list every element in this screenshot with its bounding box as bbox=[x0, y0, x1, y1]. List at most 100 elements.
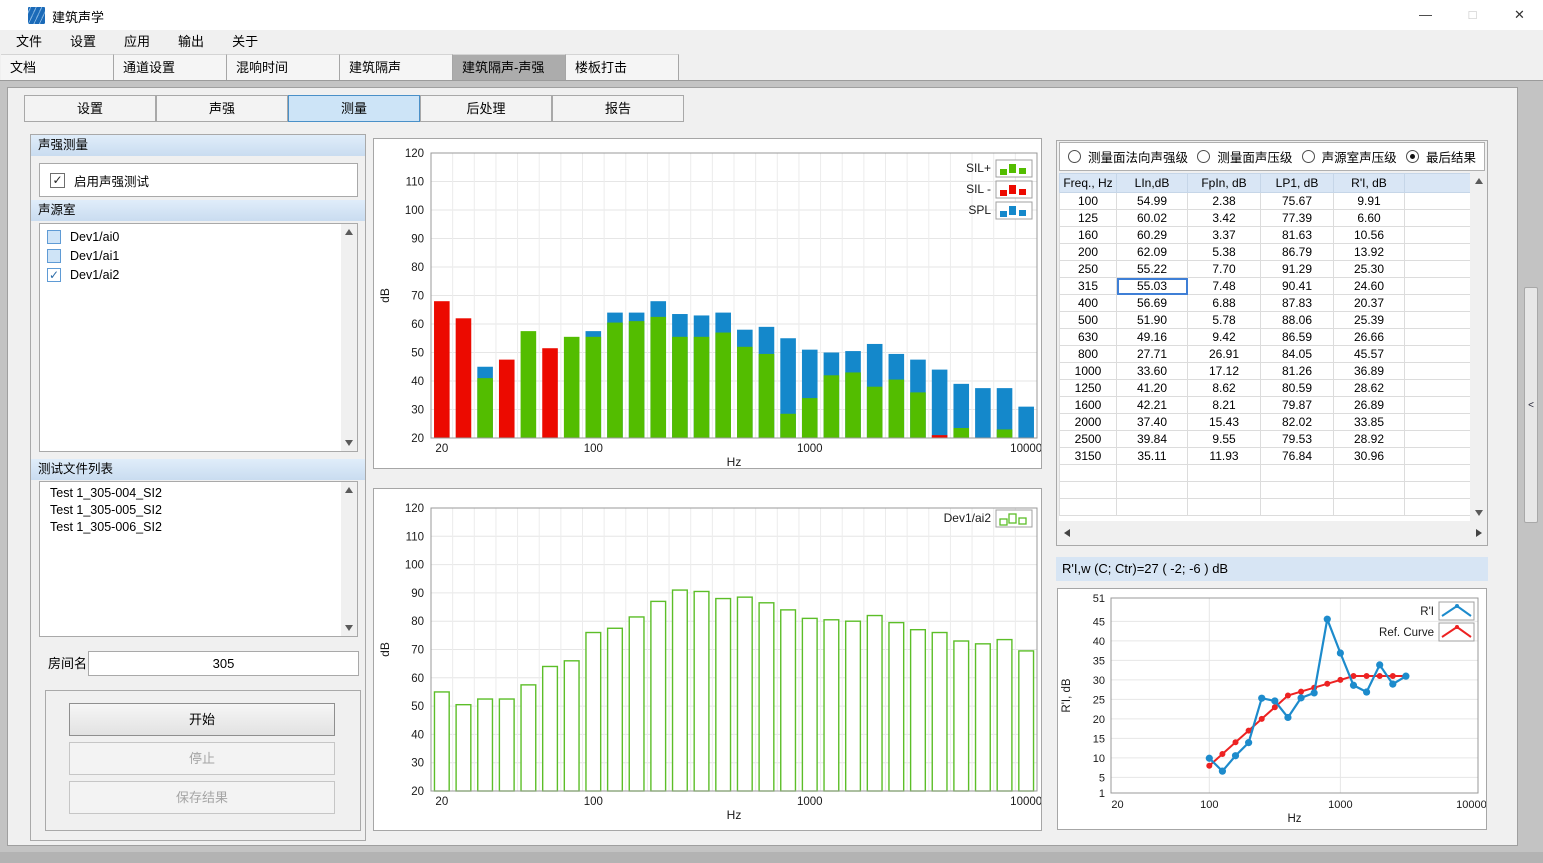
column-header-3[interactable]: LP1, dB bbox=[1261, 174, 1334, 193]
radio-option-2[interactable]: 声源室声压级 bbox=[1302, 147, 1397, 166]
table-cell[interactable]: 55.03 bbox=[1117, 278, 1188, 295]
radio-option-0[interactable]: 测量面法向声强级 bbox=[1068, 147, 1188, 166]
table-cell[interactable]: 55.22 bbox=[1117, 261, 1188, 278]
table-cell[interactable] bbox=[1405, 312, 1471, 329]
table-cell[interactable]: 9.55 bbox=[1188, 431, 1261, 448]
table-cell[interactable]: 7.48 bbox=[1188, 278, 1261, 295]
table-cell[interactable]: 160 bbox=[1060, 227, 1117, 244]
sub-tab-0[interactable]: 设置 bbox=[24, 95, 156, 122]
room-name-input[interactable] bbox=[88, 651, 359, 676]
table-cell[interactable] bbox=[1405, 363, 1471, 380]
table-cell[interactable]: 91.29 bbox=[1261, 261, 1334, 278]
table-cell[interactable]: 54.99 bbox=[1117, 193, 1188, 210]
scroll-left-icon[interactable] bbox=[1064, 529, 1070, 537]
menu-item-2[interactable]: 应用 bbox=[110, 30, 164, 54]
scroll-down-icon[interactable] bbox=[345, 440, 353, 446]
radio-icon[interactable] bbox=[1406, 150, 1419, 163]
table-cell[interactable]: 82.02 bbox=[1261, 414, 1334, 431]
source-room-item-0[interactable]: Dev1/ai0 bbox=[40, 227, 357, 246]
table-cell[interactable] bbox=[1405, 295, 1471, 312]
table-vertical-scrollbar[interactable] bbox=[1470, 173, 1487, 521]
enable-test-row[interactable]: ✓ 启用声强测试 bbox=[39, 163, 358, 197]
table-cell[interactable] bbox=[1405, 414, 1471, 431]
channel-checkbox[interactable]: ✓ bbox=[47, 268, 61, 282]
table-cell[interactable]: 42.21 bbox=[1117, 397, 1188, 414]
table-cell[interactable]: 26.91 bbox=[1188, 346, 1261, 363]
table-cell[interactable]: 49.16 bbox=[1117, 329, 1188, 346]
table-cell[interactable]: 11.93 bbox=[1188, 448, 1261, 465]
channel-checkbox[interactable] bbox=[47, 230, 61, 244]
table-cell[interactable]: 62.09 bbox=[1117, 244, 1188, 261]
table-cell[interactable]: 87.83 bbox=[1261, 295, 1334, 312]
table-cell[interactable] bbox=[1405, 397, 1471, 414]
table-cell[interactable]: 1000 bbox=[1060, 363, 1117, 380]
table-cell[interactable] bbox=[1405, 210, 1471, 227]
sub-tab-1[interactable]: 声强 bbox=[156, 95, 288, 122]
sub-tab-4[interactable]: 报告 bbox=[552, 95, 684, 122]
panel-collapse-splitter[interactable]: < bbox=[1524, 287, 1538, 523]
table-cell[interactable]: 24.60 bbox=[1334, 278, 1405, 295]
table-cell[interactable]: 60.29 bbox=[1117, 227, 1188, 244]
table-cell[interactable]: 81.63 bbox=[1261, 227, 1334, 244]
table-cell[interactable]: 30.96 bbox=[1334, 448, 1405, 465]
table-cell[interactable]: 20.37 bbox=[1334, 295, 1405, 312]
table-cell[interactable]: 79.87 bbox=[1261, 397, 1334, 414]
table-cell[interactable]: 41.20 bbox=[1117, 380, 1188, 397]
test-file-item-0[interactable]: Test 1_305-004_SI2 bbox=[40, 485, 357, 502]
table-cell[interactable]: 25.30 bbox=[1334, 261, 1405, 278]
table-cell[interactable]: 77.39 bbox=[1261, 210, 1334, 227]
table-cell[interactable]: 630 bbox=[1060, 329, 1117, 346]
sub-tab-2[interactable]: 测量 bbox=[288, 95, 420, 122]
table-cell[interactable]: 100 bbox=[1060, 193, 1117, 210]
table-cell[interactable]: 28.62 bbox=[1334, 380, 1405, 397]
table-cell[interactable]: 3150 bbox=[1060, 448, 1117, 465]
table-cell[interactable]: 75.67 bbox=[1261, 193, 1334, 210]
table-cell[interactable]: 6.60 bbox=[1334, 210, 1405, 227]
table-cell[interactable]: 33.60 bbox=[1117, 363, 1188, 380]
table-cell[interactable]: 250 bbox=[1060, 261, 1117, 278]
table-cell[interactable]: 2000 bbox=[1060, 414, 1117, 431]
menu-item-0[interactable]: 文件 bbox=[2, 30, 56, 54]
radio-option-3[interactable]: 最后结果 bbox=[1406, 147, 1476, 166]
table-cell[interactable]: 26.66 bbox=[1334, 329, 1405, 346]
table-cell[interactable]: 45.57 bbox=[1334, 346, 1405, 363]
main-tab-3[interactable]: 建筑隔声 bbox=[340, 54, 453, 80]
table-cell[interactable]: 26.89 bbox=[1334, 397, 1405, 414]
table-cell[interactable]: 5.78 bbox=[1188, 312, 1261, 329]
table-cell[interactable] bbox=[1405, 431, 1471, 448]
maximize-button[interactable]: □ bbox=[1449, 0, 1496, 30]
table-cell[interactable] bbox=[1405, 380, 1471, 397]
test-file-item-2[interactable]: Test 1_305-006_SI2 bbox=[40, 519, 357, 536]
table-cell[interactable]: 60.02 bbox=[1117, 210, 1188, 227]
table-cell[interactable]: 86.79 bbox=[1261, 244, 1334, 261]
column-header-2[interactable]: FpIn, dB bbox=[1188, 174, 1261, 193]
table-cell[interactable]: 27.71 bbox=[1117, 346, 1188, 363]
table-cell[interactable]: 2.38 bbox=[1188, 193, 1261, 210]
table-cell[interactable]: 37.40 bbox=[1117, 414, 1188, 431]
table-cell[interactable] bbox=[1405, 448, 1471, 465]
table-cell[interactable]: 315 bbox=[1060, 278, 1117, 295]
main-tab-5[interactable]: 楼板打击 bbox=[566, 54, 679, 80]
radio-icon[interactable] bbox=[1302, 150, 1315, 163]
main-tab-2[interactable]: 混响时间 bbox=[227, 54, 340, 80]
table-cell[interactable] bbox=[1405, 227, 1471, 244]
table-cell[interactable]: 500 bbox=[1060, 312, 1117, 329]
main-tab-4[interactable]: 建筑隔声-声强 bbox=[453, 54, 566, 80]
radio-icon[interactable] bbox=[1068, 150, 1081, 163]
enable-test-checkbox[interactable]: ✓ bbox=[50, 173, 65, 188]
radio-icon[interactable] bbox=[1197, 150, 1210, 163]
menu-item-4[interactable]: 关于 bbox=[218, 30, 272, 54]
table-cell[interactable]: 1250 bbox=[1060, 380, 1117, 397]
source-list-scrollbar[interactable] bbox=[341, 224, 357, 451]
main-tab-0[interactable]: 文档 bbox=[1, 54, 114, 80]
table-cell[interactable]: 13.92 bbox=[1334, 244, 1405, 261]
table-cell[interactable]: 39.84 bbox=[1117, 431, 1188, 448]
table-cell[interactable]: 10.56 bbox=[1334, 227, 1405, 244]
table-cell[interactable] bbox=[1405, 261, 1471, 278]
menu-item-3[interactable]: 输出 bbox=[164, 30, 218, 54]
channel-checkbox[interactable] bbox=[47, 249, 61, 263]
scroll-up-icon[interactable] bbox=[345, 487, 353, 493]
table-cell[interactable]: 6.88 bbox=[1188, 295, 1261, 312]
table-cell[interactable]: 200 bbox=[1060, 244, 1117, 261]
table-cell[interactable]: 8.21 bbox=[1188, 397, 1261, 414]
